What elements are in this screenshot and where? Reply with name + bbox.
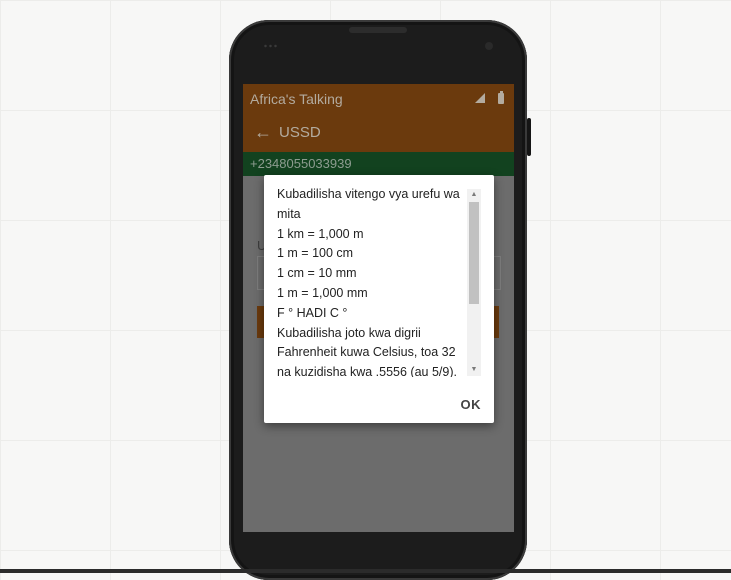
dialog-line: Kubadilisha vitengo vya urefu wa [277,187,460,201]
front-camera [485,42,493,50]
dialog-scrollbar[interactable]: ▲ ▼ [467,189,481,376]
phone-number: +2348055033939 [250,156,352,171]
scrollbar-thumb[interactable] [469,202,479,304]
status-icons [474,90,504,104]
status-bar: Africa's Talking [243,84,514,114]
dialog-line: Kubadilisha joto kwa digrii [277,325,421,340]
bottom-edge [0,569,731,573]
battery-icon [498,90,504,104]
speaker-grille [263,44,279,48]
dialog-line: Fahrenheit kuwa Celsius, toa 32 [277,345,456,360]
side-power-button[interactable] [527,118,531,156]
dialog-line: F ° HADI C ° [277,305,348,320]
scroll-up-icon[interactable]: ▲ [467,189,481,201]
phone-number-bar: +2348055033939 [243,152,514,176]
dialog-line: 1 cm = 10 mm [277,266,357,281]
dialog-line: 1 m = 100 cm [277,246,354,261]
ok-button[interactable]: OK [461,397,482,412]
dialog-message: Kubadilisha vitengo vya urefu wa mita 1 … [277,185,465,377]
scroll-down-icon[interactable]: ▼ [467,364,481,376]
dialog-line: 1 m = 1,000 mm [277,285,368,300]
phone-top-slot [349,27,407,33]
app-toolbar: ← USSD [243,114,514,152]
ussd-dialog: Kubadilisha vitengo vya urefu wa mita 1 … [264,175,494,423]
signal-icon [474,93,485,104]
dialog-line: 1 km = 1,000 m [277,226,364,241]
dialog-line: na kuzidisha kwa .5556 (au 5/9). [277,365,457,377]
app-title: Africa's Talking [250,91,343,107]
toolbar-title: USSD [279,124,321,141]
arrow-left-icon[interactable]: ← [254,122,272,143]
dialog-line: mita [277,206,301,221]
